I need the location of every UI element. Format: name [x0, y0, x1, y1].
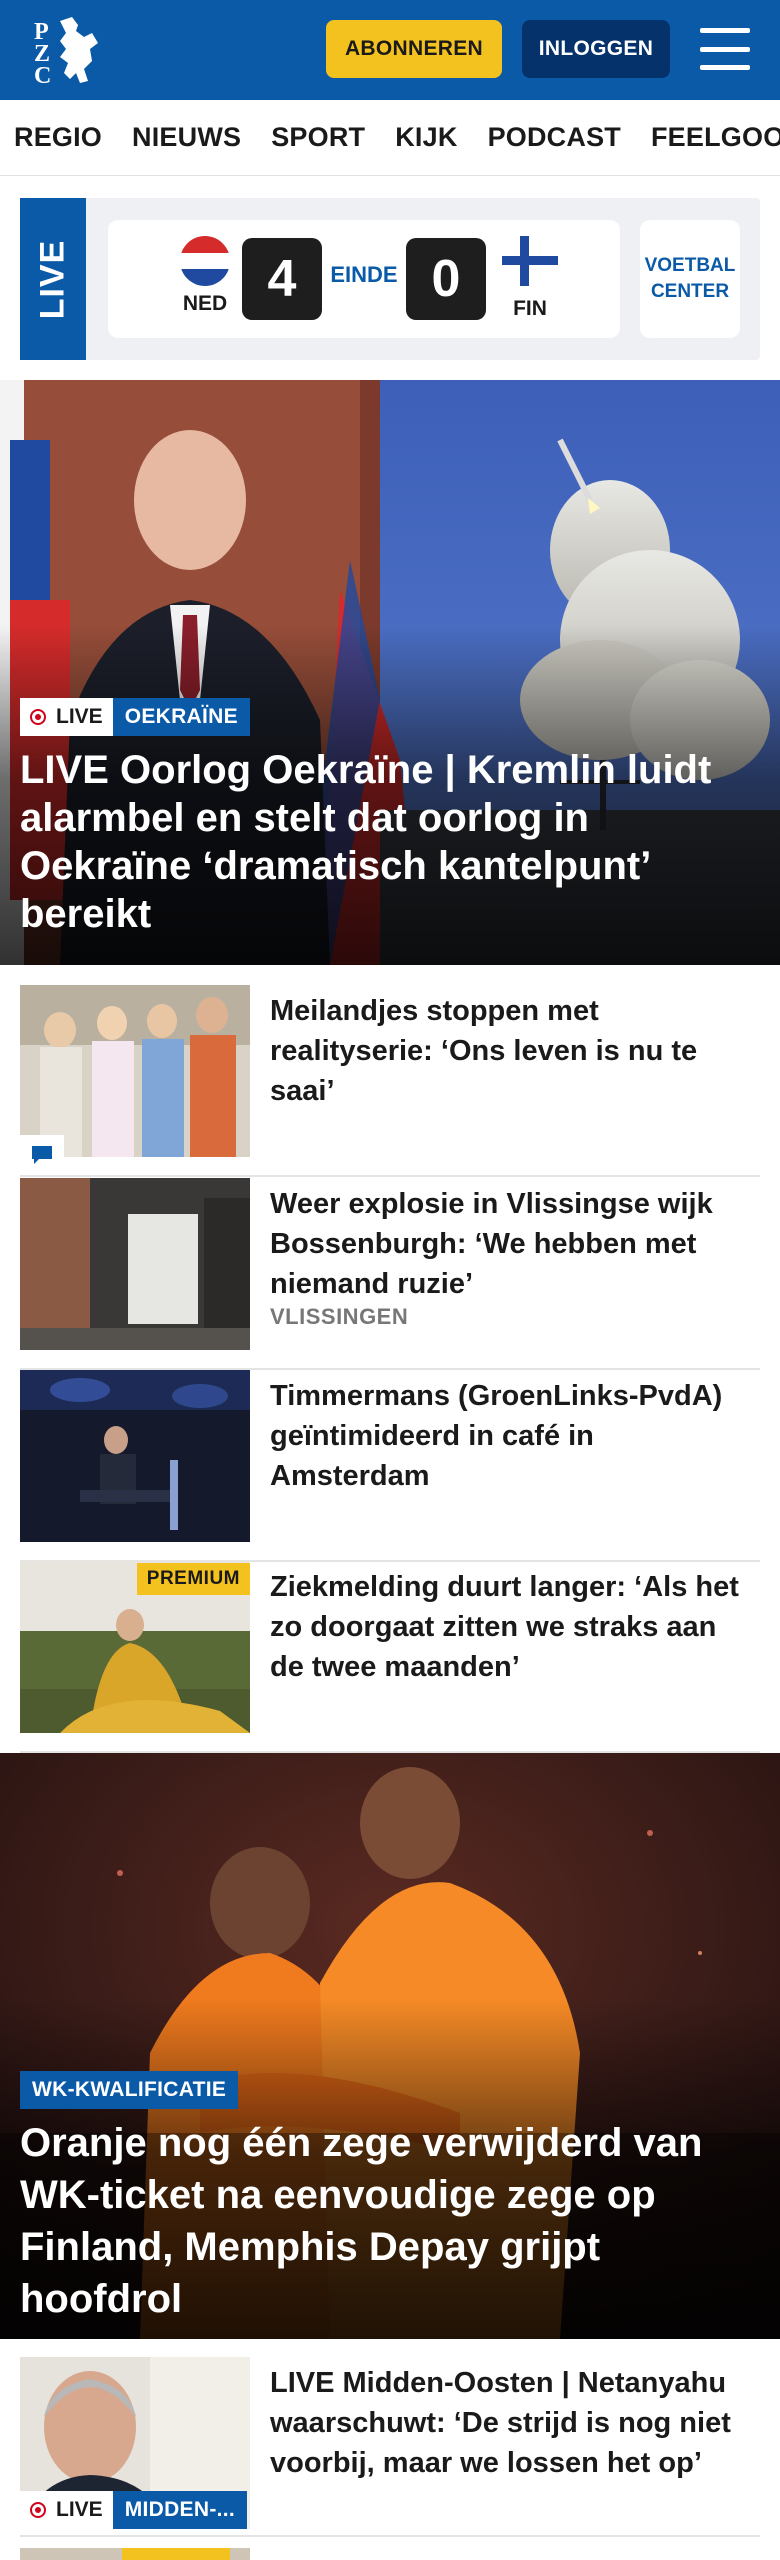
nav-item-sport[interactable]: SPORT — [271, 122, 365, 153]
hero-article-ukraine[interactable]: LIVE OEKRAÏNE LIVE Oorlog Oekraïne | Kre… — [0, 380, 780, 965]
article-location: VLISSINGEN — [270, 1304, 409, 1329]
menu-line — [700, 28, 750, 33]
article-tags: LIVE MIDDEN-... — [20, 2491, 248, 2529]
hamburger-menu-icon[interactable] — [698, 24, 752, 74]
article-title[interactable]: Ziekmelding duurt langer: ‘Als het zo do… — [270, 1567, 750, 1687]
site-header: P Z C ABONNEREN INLOGGEN — [0, 0, 780, 100]
article-title[interactable]: Weer explosie in Vlissingse wijk Bossenb… — [270, 1184, 750, 1304]
live-label: LIVE — [33, 239, 72, 319]
category-tag[interactable]: WK-KWALIFICATIE — [20, 2071, 239, 2109]
nav-item-nieuws[interactable]: NIEUWS — [132, 122, 241, 153]
list-item[interactable]: Weer explosie in Vlissingse wijk Bossenb… — [20, 1178, 760, 1370]
comments-badge[interactable] — [20, 1135, 64, 1175]
list-item[interactable]: Timmermans (GroenLinks-PvdA) geïntimidee… — [20, 1370, 760, 1562]
article-thumbnail — [20, 1370, 250, 1542]
hero-headline[interactable]: Oranje nog één zege verwijderd van WK-ti… — [20, 2117, 756, 2325]
article-thumbnail — [20, 1178, 250, 1350]
article-title[interactable]: LIVE Midden-Oosten | Netanyahu waarschuw… — [270, 2363, 750, 2483]
list-item[interactable]: Meilandjes stoppen met realityserie: ‘On… — [20, 985, 760, 1177]
menu-line — [700, 65, 750, 70]
next-article-premium-peek — [122, 2548, 230, 2560]
voetbal-center-link[interactable]: VOETBAL CENTER — [640, 220, 740, 338]
home-team: NED — [170, 236, 240, 316]
live-tag: LIVE — [20, 698, 113, 736]
article-title[interactable]: Timmermans (GroenLinks-PvdA) geïntimidee… — [270, 1376, 750, 1496]
article-title[interactable]: Meilandjes stoppen met realityserie: ‘On… — [270, 991, 750, 1111]
category-tag[interactable]: MIDDEN-... — [112, 2491, 248, 2529]
hero-tags: WK-KWALIFICATIE — [20, 2071, 239, 2109]
comment-icon — [32, 1146, 52, 1164]
away-team: FIN — [495, 236, 565, 321]
list-item[interactable]: PREMIUM Ziekmelding duurt langer: ‘Als h… — [20, 1561, 760, 1753]
home-score: 4 — [242, 238, 322, 320]
hero-tags: LIVE OEKRAÏNE — [20, 698, 250, 736]
logo-icon: P Z C — [34, 17, 98, 87]
menu-line — [700, 46, 750, 52]
live-label-bar: LIVE — [20, 198, 86, 360]
home-team-code: NED — [182, 292, 228, 315]
live-score-widget[interactable]: LIVE NED 4 EINDE 0 FIN VOETBAL CENTER — [20, 198, 760, 360]
away-score: 0 — [406, 238, 486, 320]
article-thumbnail — [20, 985, 250, 1157]
match-status: EINDE — [330, 262, 398, 287]
subscribe-button[interactable]: ABONNEREN — [326, 20, 502, 78]
live-tag-label: LIVE — [56, 705, 103, 728]
nav-item-regio[interactable]: REGIO — [14, 122, 102, 153]
match-score-card[interactable]: NED 4 EINDE 0 FIN — [108, 220, 620, 338]
live-dot-icon — [30, 709, 46, 725]
hero-article-oranje[interactable]: WK-KWALIFICATIE Oranje nog één zege verw… — [0, 1753, 780, 2339]
premium-badge: PREMIUM — [136, 1563, 250, 1595]
live-tag: LIVE — [20, 2491, 113, 2529]
login-button[interactable]: INLOGGEN — [522, 20, 670, 78]
live-dot-icon — [30, 2502, 46, 2518]
netherlands-flag-icon — [180, 236, 230, 286]
nav-item-podcast[interactable]: PODCAST — [488, 122, 621, 153]
section-nav: REGIO NIEUWS SPORT KIJK PODCAST FEELGOOD — [0, 100, 780, 176]
live-tag-label: LIVE — [56, 2498, 103, 2521]
category-tag[interactable]: OEKRAÏNE — [112, 698, 250, 736]
finland-flag-icon — [502, 236, 558, 286]
svg-text:C: C — [34, 63, 51, 87]
list-item[interactable]: LIVE MIDDEN-... LIVE Midden-Oosten | Net… — [20, 2357, 760, 2537]
away-team-code: FIN — [513, 297, 547, 320]
nav-item-feelgood[interactable]: FEELGOOD — [651, 122, 780, 153]
pzc-logo[interactable]: P Z C — [30, 10, 110, 90]
nav-item-kijk[interactable]: KIJK — [395, 122, 457, 153]
hero-headline[interactable]: LIVE Oorlog Oekraïne | Kremlin luidt ala… — [20, 746, 756, 938]
